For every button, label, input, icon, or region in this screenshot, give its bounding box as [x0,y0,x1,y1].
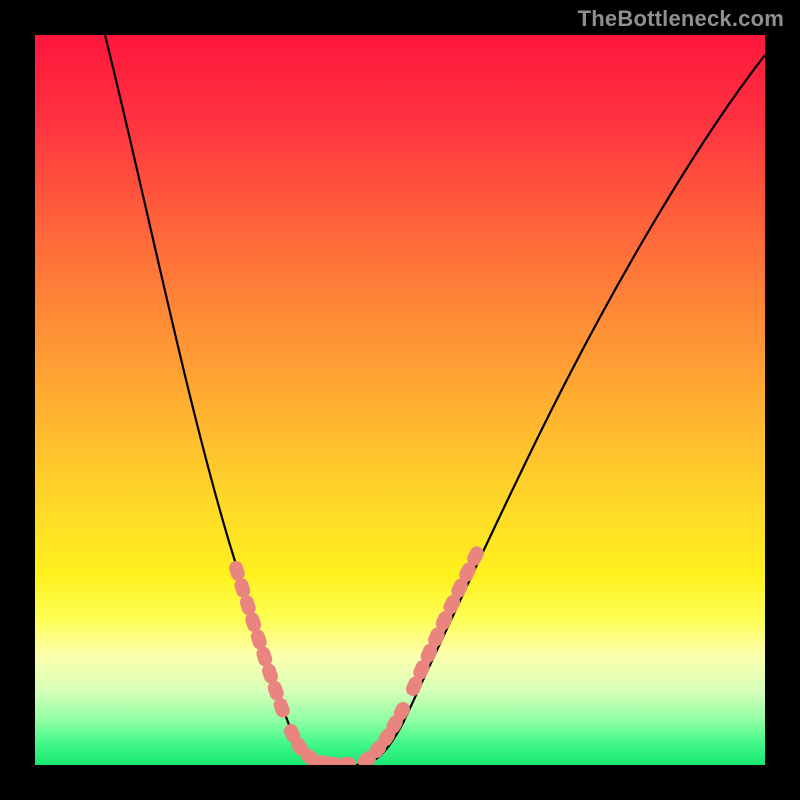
data-points [236,545,481,764]
bottleneck-curve [35,35,765,765]
chart-stage: TheBottleneck.com [0,0,800,800]
plot-area [35,35,765,765]
watermark-text: TheBottleneck.com [578,6,784,32]
